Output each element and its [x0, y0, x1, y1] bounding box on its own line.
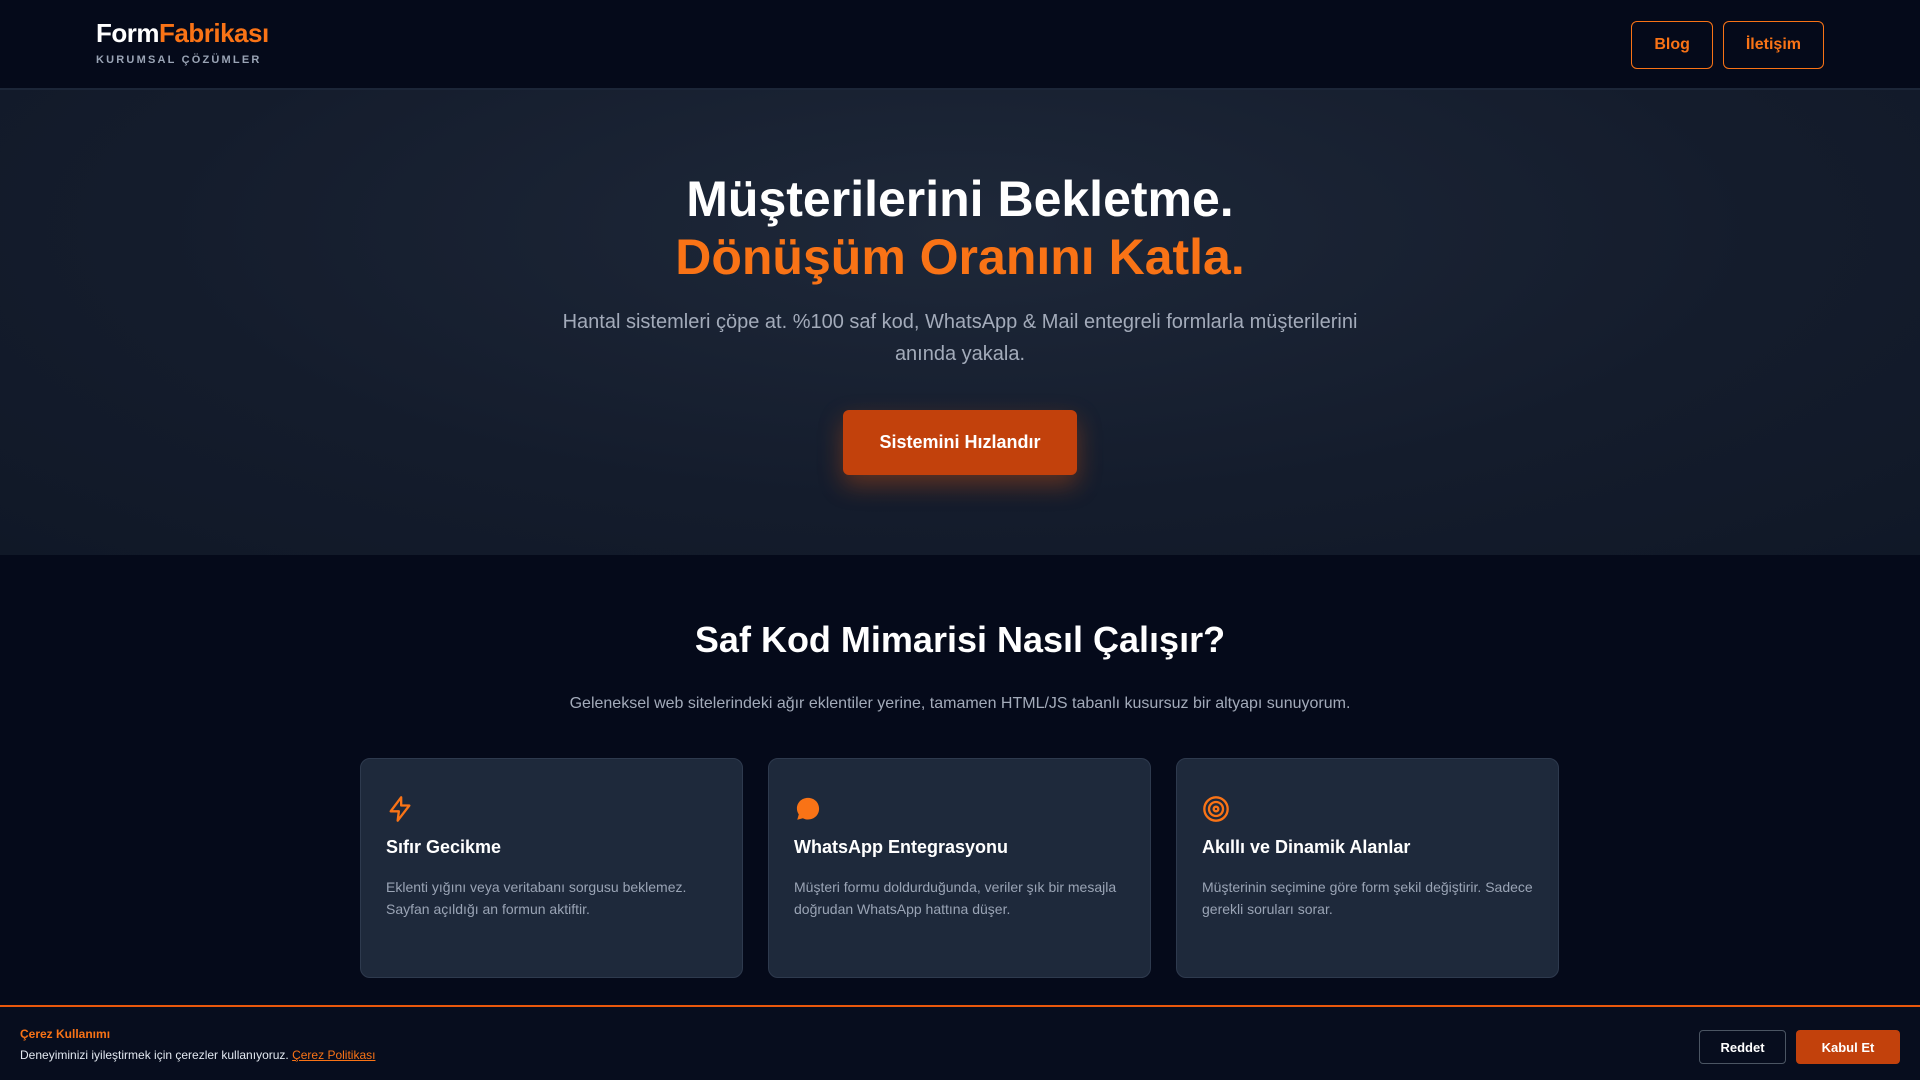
feature-card-smart-fields: Akıllı ve Dinamik Alanlar Müşterinin seç…: [1176, 758, 1559, 978]
feature-card-description: Müşterinin seçimine göre form şekil deği…: [1202, 879, 1533, 917]
feature-card-title: Akıllı ve Dinamik Alanlar: [1202, 837, 1411, 857]
feature-card-zero-latency: Sıfır Gecikme Eklenti yığını veya verita…: [360, 758, 743, 978]
features-section: Saf Kod Mimarisi Nasıl Çalışır? Geleneks…: [0, 555, 1920, 1005]
site-header: FormFabrikası KURUMSAL ÇÖZÜMLER Blog İle…: [0, 0, 1920, 90]
brand-title-part2: Fabrikası: [159, 18, 269, 48]
chat-bubble-icon: [796, 797, 820, 820]
feature-card-description: Müşteri formu doldurduğunda, veriler şık…: [794, 879, 1117, 917]
brand-title: FormFabrikası: [96, 18, 269, 48]
hero-section: Müşterilerini Bekletme. Dönüşüm Oranını …: [0, 90, 1920, 555]
features-title: Saf Kod Mimarisi Nasıl Çalışır?: [694, 619, 1226, 660]
feature-card-description: Eklenti yığını veya veritabanı sorgusu b…: [386, 879, 687, 917]
cookie-policy-link[interactable]: Çerez Politikası: [292, 1048, 375, 1062]
hero-cta-button[interactable]: Sistemini Hızlandır: [843, 410, 1077, 475]
cookie-text: Deneyiminizi iyileştirmek için çerezler …: [20, 1048, 293, 1062]
nav-blog-button[interactable]: Blog: [1631, 21, 1713, 69]
feature-cards: Sıfır Gecikme Eklenti yığını veya verita…: [360, 758, 1560, 978]
top-nav: Blog İletişim: [1631, 21, 1824, 69]
nav-contact-button[interactable]: İletişim: [1722, 21, 1824, 69]
hero-description: Hantal sistemleri çöpe at. %100 saf kod,…: [562, 311, 1358, 365]
hero-title-line1: Müşterilerini Bekletme.: [686, 171, 1234, 227]
hero-title-line2: Dönüşüm Oranını Katla.: [675, 229, 1245, 285]
cookie-text-line: Deneyiminizi iyileştirmek için çerezler …: [20, 1048, 375, 1062]
lightning-bolt-icon: [389, 796, 411, 822]
brand-tagline: KURUMSAL ÇÖZÜMLER: [96, 54, 262, 66]
cookie-title: Çerez Kullanımı: [20, 1027, 111, 1041]
feature-card-whatsapp: WhatsApp Entegrasyonu Müşteri formu dold…: [768, 758, 1151, 978]
brand-title-part1: Form: [96, 18, 160, 48]
cookie-reject-button[interactable]: Reddet: [1699, 1030, 1786, 1064]
brand-logo[interactable]: FormFabrikası KURUMSAL ÇÖZÜMLER: [96, 18, 269, 66]
cookie-accept-button[interactable]: Kabul Et: [1796, 1030, 1900, 1064]
feature-card-title: Sıfır Gecikme: [386, 837, 502, 857]
features-description: Geleneksel web sitelerindeki ağır eklent…: [569, 695, 1351, 712]
feature-card-title: WhatsApp Entegrasyonu: [794, 837, 1009, 857]
cookie-banner: Çerez Kullanımı Deneyiminizi iyileştirme…: [0, 1005, 1920, 1080]
target-icon: [1203, 796, 1229, 822]
